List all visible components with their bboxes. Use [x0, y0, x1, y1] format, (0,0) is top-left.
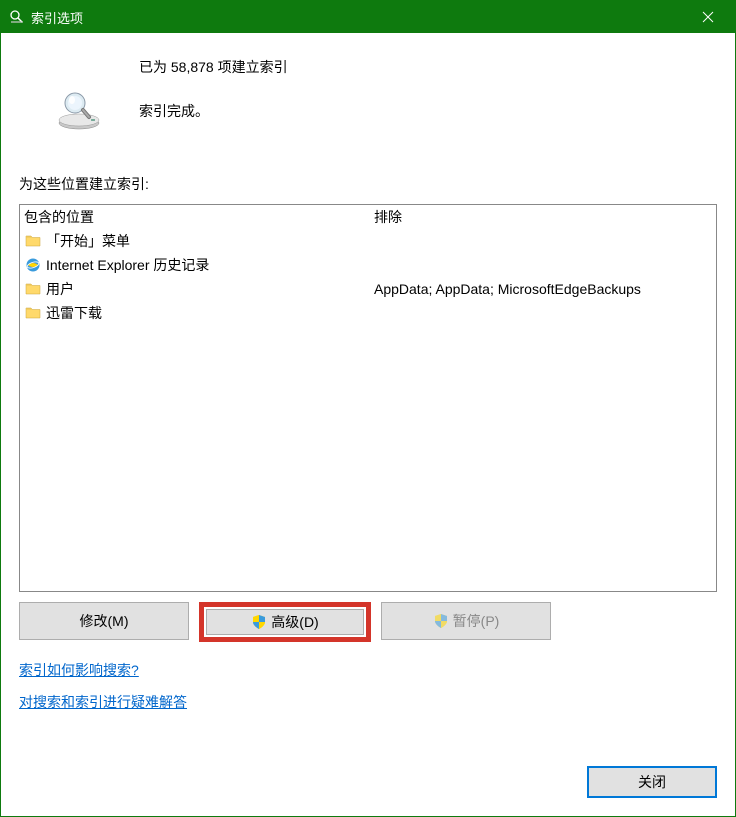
locations-list: 「开始」菜单 Internet Explorer 历史记录用户AppData; A…: [20, 229, 716, 325]
content-area: 已为 58,878 项建立索引 索引完成。 为这些位置建立索引: 包含的位置 排…: [1, 33, 735, 816]
button-row: 修改(M) 高级(D): [19, 602, 717, 642]
folder-icon: [24, 232, 42, 250]
location-name: 「开始」菜单: [46, 231, 374, 251]
titlebar: 索引选项: [1, 1, 735, 33]
ie-icon: [24, 256, 42, 274]
status-icon-wrap: [19, 51, 139, 134]
advanced-highlight: 高级(D): [199, 602, 371, 642]
how-search-affected-link[interactable]: 索引如何影响搜索?: [19, 660, 139, 680]
location-name: 迅雷下载: [46, 303, 374, 323]
indexing-complete-text: 索引完成。: [139, 101, 288, 121]
advanced-button-label: 高级(D): [271, 612, 318, 632]
pause-button-label: 暂停(P): [453, 611, 500, 631]
magnifier-drive-icon: [55, 91, 103, 134]
location-name: Internet Explorer 历史记录: [46, 255, 374, 275]
modify-button[interactable]: 修改(M): [19, 602, 189, 640]
shield-icon: [433, 613, 449, 629]
locations-label: 为这些位置建立索引:: [19, 174, 717, 194]
shield-icon: [251, 614, 267, 630]
window-title: 索引选项: [31, 8, 685, 27]
folder-icon: [24, 304, 42, 322]
pause-button: 暂停(P): [381, 602, 551, 640]
column-header-exclude[interactable]: 排除: [374, 207, 712, 227]
list-item[interactable]: 迅雷下载: [24, 301, 712, 325]
list-item[interactable]: 用户AppData; AppData; MicrosoftEdgeBackups: [24, 277, 712, 301]
status-text: 已为 58,878 项建立索引 索引完成。: [139, 51, 288, 121]
footer: 关闭: [19, 766, 717, 798]
folder-icon: [24, 280, 42, 298]
location-name: 用户: [46, 279, 374, 299]
advanced-button[interactable]: 高级(D): [206, 609, 364, 635]
status-area: 已为 58,878 项建立索引 索引完成。: [19, 51, 717, 134]
locations-header: 包含的位置 排除: [20, 205, 716, 229]
locations-listbox[interactable]: 包含的位置 排除 「开始」菜单 Internet Explorer 历史记录用户A…: [19, 204, 717, 592]
troubleshoot-link[interactable]: 对搜索和索引进行疑难解答: [19, 692, 187, 712]
indexed-count-text: 已为 58,878 项建立索引: [139, 57, 288, 77]
close-icon[interactable]: [685, 1, 731, 33]
location-exclude: AppData; AppData; MicrosoftEdgeBackups: [374, 281, 712, 297]
app-icon: [9, 9, 25, 25]
list-item[interactable]: Internet Explorer 历史记录: [24, 253, 712, 277]
indexing-options-window: 索引选项: [0, 0, 736, 817]
list-item[interactable]: 「开始」菜单: [24, 229, 712, 253]
close-button[interactable]: 关闭: [587, 766, 717, 798]
help-links: 索引如何影响搜索? 对搜索和索引进行疑难解答: [19, 660, 717, 724]
column-header-include[interactable]: 包含的位置: [24, 207, 374, 227]
